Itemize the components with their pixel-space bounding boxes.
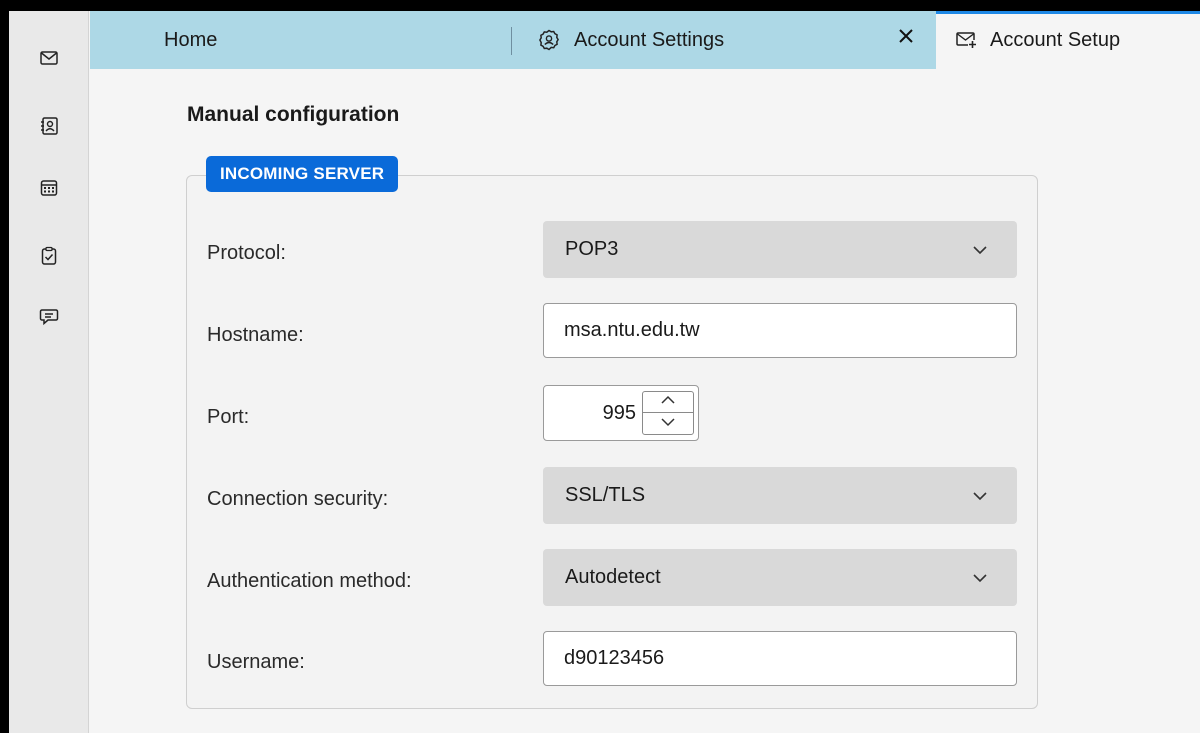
account-settings-icon <box>538 29 560 51</box>
hostname-input-value: msa.ntu.edu.tw <box>564 319 700 341</box>
spaces-toolbar <box>9 11 89 733</box>
hostname-input[interactable]: msa.ntu.edu.tw <box>543 303 1017 358</box>
protocol-select[interactable]: POP3 <box>543 221 1017 278</box>
port-stepper <box>642 391 694 435</box>
chat-icon <box>39 306 59 331</box>
chat-space-button[interactable] <box>36 305 62 331</box>
chevron-down-icon <box>660 415 676 433</box>
port-input[interactable]: 995 <box>543 385 699 441</box>
incoming-server-legend: INCOMING SERVER <box>206 156 399 192</box>
mail-space-button[interactable] <box>36 47 62 73</box>
port-input-value: 995 <box>602 401 636 424</box>
tab-home[interactable]: Home <box>90 11 513 69</box>
protocol-select-value: POP3 <box>565 238 619 260</box>
calendar-icon <box>39 178 59 203</box>
authentication-method-select[interactable]: Autodetect <box>543 549 1017 606</box>
chevron-down-icon <box>971 487 989 505</box>
hostname-label: Hostname: <box>207 324 304 346</box>
address-book-space-button[interactable] <box>36 115 62 141</box>
calendar-space-button[interactable] <box>36 177 62 203</box>
tab-strip: Home Account Settings Account Setup <box>90 11 1200 69</box>
page-title: Manual configuration <box>187 103 400 126</box>
authentication-method-select-value: Autodetect <box>565 566 661 588</box>
app-window: Home Account Settings Account Setup Manu… <box>9 11 1200 733</box>
connection-security-select[interactable]: SSL/TLS <box>543 467 1017 524</box>
port-label: Port: <box>207 406 250 428</box>
chevron-up-icon <box>660 393 676 411</box>
tab-account-settings-label: Account Settings <box>574 28 725 51</box>
chevron-down-icon <box>971 241 989 259</box>
connection-security-label: Connection security: <box>207 488 389 510</box>
new-account-mail-icon <box>956 30 978 50</box>
tab-account-settings[interactable]: Account Settings <box>512 11 936 69</box>
address-book-icon <box>39 116 59 141</box>
connection-security-select-value: SSL/TLS <box>565 484 646 506</box>
protocol-label: Protocol: <box>207 242 286 264</box>
authentication-method-label: Authentication method: <box>207 570 412 592</box>
chevron-down-icon <box>971 569 989 587</box>
username-input[interactable]: d90123456 <box>543 631 1017 686</box>
username-label: Username: <box>207 651 305 673</box>
tab-account-setup-label: Account Setup <box>990 28 1121 51</box>
tasks-icon <box>39 246 59 271</box>
tab-account-setup[interactable]: Account Setup <box>936 11 1200 69</box>
close-tab-button[interactable] <box>894 27 918 51</box>
mail-icon <box>39 48 59 73</box>
port-decrement-button[interactable] <box>643 413 693 434</box>
port-increment-button[interactable] <box>643 392 693 413</box>
close-icon <box>897 27 915 51</box>
tab-home-label: Home <box>164 28 218 51</box>
tasks-space-button[interactable] <box>36 245 62 271</box>
username-input-value: d90123456 <box>564 647 665 669</box>
